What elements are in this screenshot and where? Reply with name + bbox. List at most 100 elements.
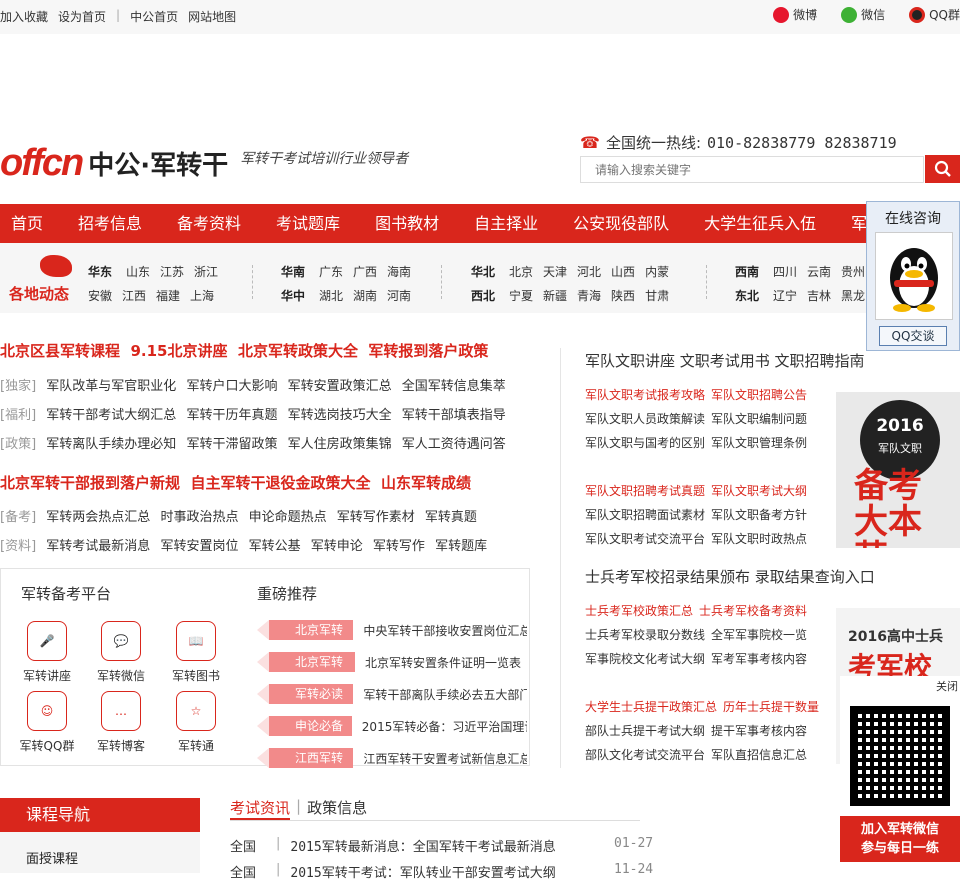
- qq-chat-button[interactable]: QQ交谈: [879, 326, 947, 346]
- soldier-section-title[interactable]: 士兵考军校招录结果颁布 录取结果查询入口: [585, 566, 875, 587]
- tag-link[interactable]: 军人工资待遇问答: [402, 437, 506, 452]
- search-button[interactable]: [925, 155, 960, 183]
- close-button[interactable]: 关闭: [936, 678, 958, 694]
- region-link[interactable]: 河北: [577, 263, 601, 280]
- tab-exam-news[interactable]: 考试资讯: [230, 797, 291, 820]
- region-link[interactable]: 安徽: [88, 287, 112, 304]
- nav-student-enlist[interactable]: 大学生征兵入伍: [693, 204, 827, 243]
- recommend-item[interactable]: 申论必备 2015军转必备：习近平治国理论: [257, 713, 527, 739]
- tag-link[interactable]: 军转写作素材: [337, 510, 415, 525]
- headline-link[interactable]: 自主军转干退役金政策大全: [190, 474, 370, 492]
- link[interactable]: 军队文职考试报考攻略: [585, 388, 705, 402]
- site-logo[interactable]: offcn 中公·军转干 军转干考试培训行业领导者: [0, 138, 408, 188]
- nav-books[interactable]: 图书教材: [364, 204, 450, 243]
- tag-link[interactable]: 军转写作: [373, 539, 425, 554]
- region-link[interactable]: 广西: [353, 263, 377, 280]
- blog-button[interactable]: … 军转博客: [91, 691, 151, 754]
- wechat-link[interactable]: 微信: [841, 6, 885, 23]
- recommend-item[interactable]: 北京军转 中央军转干部接收安置岗位汇总: [256, 617, 527, 643]
- headline-link[interactable]: 9.15北京讲座: [130, 342, 227, 360]
- link[interactable]: 军队文职人员政策解读: [585, 412, 705, 426]
- tag-link[interactable]: 军转户口大影响: [186, 379, 277, 394]
- news-item[interactable]: 全国 | 2015军转最新消息：全国军转干考试最新消息 01-27: [230, 836, 653, 855]
- link[interactable]: 军队文职时政热点: [711, 532, 807, 546]
- tab-policy-info[interactable]: 政策信息: [307, 797, 367, 820]
- link[interactable]: 军队文职编制问题: [711, 412, 807, 426]
- weibo-link[interactable]: 微博: [773, 6, 817, 23]
- link[interactable]: 部队士兵提干考试大纲: [585, 724, 705, 738]
- link[interactable]: 士兵考军校录取分数线: [585, 628, 705, 642]
- link[interactable]: 军队文职与国考的区别: [585, 436, 705, 450]
- region-link[interactable]: 云南: [807, 263, 831, 280]
- region-link[interactable]: 青海: [577, 287, 601, 304]
- headline-link[interactable]: 北京区县军转课程: [0, 342, 120, 360]
- add-favorite-link[interactable]: 加入收藏: [0, 8, 48, 25]
- region-link[interactable]: 天津: [543, 263, 567, 280]
- nav-study-materials[interactable]: 备考资料: [166, 204, 252, 243]
- tag-link[interactable]: 军转干历年真题: [186, 408, 277, 423]
- lecture-button[interactable]: 🎤 军转讲座: [17, 621, 77, 684]
- news-item[interactable]: 全国 | 2015军转干考试：军队转业干部安置考试大纲 11-24: [230, 862, 653, 881]
- tag-link[interactable]: 全国军转信息集萃: [402, 379, 506, 394]
- tag-link[interactable]: 军转题库: [435, 539, 487, 554]
- region-link[interactable]: 湖南: [353, 287, 377, 304]
- region-link[interactable]: 黑龙: [841, 287, 865, 304]
- recommend-item[interactable]: 江西军转 江西军转干安置考试新信息汇总: [256, 745, 527, 771]
- nav-self-employment[interactable]: 自主择业: [463, 204, 549, 243]
- link[interactable]: 军队文职考试大纲: [711, 484, 807, 498]
- link[interactable]: 军队直招信息汇总: [711, 748, 807, 762]
- region-link[interactable]: 山西: [611, 263, 635, 280]
- region-link[interactable]: 内蒙: [645, 263, 669, 280]
- tag-link[interactable]: 时事政治热点: [160, 510, 238, 525]
- tag-link[interactable]: 军转干部填表指导: [402, 408, 506, 423]
- link[interactable]: 军队文职备考方针: [711, 508, 807, 522]
- tag-link[interactable]: 军人住房政策集锦: [288, 437, 392, 452]
- region-link[interactable]: 北京: [509, 263, 533, 280]
- link[interactable]: 军队文职考试交流平台: [585, 532, 705, 546]
- region-link[interactable]: 福建: [156, 287, 180, 304]
- region-link[interactable]: 宁夏: [509, 287, 533, 304]
- offcn-home-link[interactable]: 中公首页: [130, 8, 178, 25]
- headline-link[interactable]: 北京军转干部报到落户新规: [0, 474, 180, 492]
- wechat-button[interactable]: 💬 军转微信: [91, 621, 151, 684]
- link[interactable]: 军考军事考核内容: [711, 652, 807, 666]
- nav-police-army[interactable]: 公安现役部队: [562, 204, 680, 243]
- headline-link[interactable]: 山东军转成绩: [381, 474, 471, 492]
- link[interactable]: 部队文化考试交流平台: [585, 748, 705, 762]
- region-link[interactable]: 陕西: [611, 287, 635, 304]
- region-link[interactable]: 江西: [122, 287, 146, 304]
- junzhuantong-button[interactable]: ☆ 军转通: [166, 691, 226, 754]
- tag-link[interactable]: 申论命题热点: [249, 510, 327, 525]
- tag-link[interactable]: 军队改革与军官职业化: [46, 379, 176, 394]
- qr-caption[interactable]: 加入军转微信 参与每日一练: [840, 816, 960, 862]
- region-link[interactable]: 山东: [126, 263, 150, 280]
- region-link[interactable]: 吉林: [807, 287, 831, 304]
- link[interactable]: 军事院校文化考试大纲: [585, 652, 705, 666]
- tag-link[interactable]: 军转干部考试大纲汇总: [46, 408, 176, 423]
- link[interactable]: 军队文职招聘面试素材: [585, 508, 705, 522]
- region-link[interactable]: 海南: [387, 263, 411, 280]
- tag-link[interactable]: 军转申论: [311, 539, 363, 554]
- link[interactable]: 全军军事院校一览: [711, 628, 807, 642]
- tag-link[interactable]: 军转公基: [249, 539, 301, 554]
- nav-recruit-info[interactable]: 招考信息: [67, 204, 153, 243]
- tag-link[interactable]: 军转安置岗位: [160, 539, 238, 554]
- link[interactable]: 大学生士兵提干政策汇总: [585, 700, 717, 714]
- search-input[interactable]: [581, 157, 923, 182]
- course-nav-item-inperson[interactable]: 面授课程: [0, 832, 200, 873]
- link[interactable]: 提干军事考核内容: [711, 724, 807, 738]
- books-button[interactable]: 📖 军转图书: [166, 621, 226, 684]
- region-link[interactable]: 广东: [319, 263, 343, 280]
- recommend-item[interactable]: 北京军转 北京军转安置条件证明一览表: [257, 649, 527, 675]
- headline-link[interactable]: 北京军转政策大全: [238, 342, 358, 360]
- nav-question-bank[interactable]: 考试题库: [265, 204, 351, 243]
- link[interactable]: 士兵考军校政策汇总: [585, 604, 693, 618]
- tag-link[interactable]: 军转安置政策汇总: [288, 379, 392, 394]
- link[interactable]: 军队文职招聘考试真题: [585, 484, 705, 498]
- tag-link[interactable]: 军转两会热点汇总: [46, 510, 150, 525]
- qq-group-button[interactable]: ☺ 军转QQ群: [17, 691, 77, 754]
- set-homepage-link[interactable]: 设为首页: [58, 8, 106, 25]
- recommend-item[interactable]: 军转必读 军转干部离队手续必去五大部门: [256, 681, 527, 707]
- region-link[interactable]: 四川: [773, 263, 797, 280]
- tag-link[interactable]: 军转选岗技巧大全: [288, 408, 392, 423]
